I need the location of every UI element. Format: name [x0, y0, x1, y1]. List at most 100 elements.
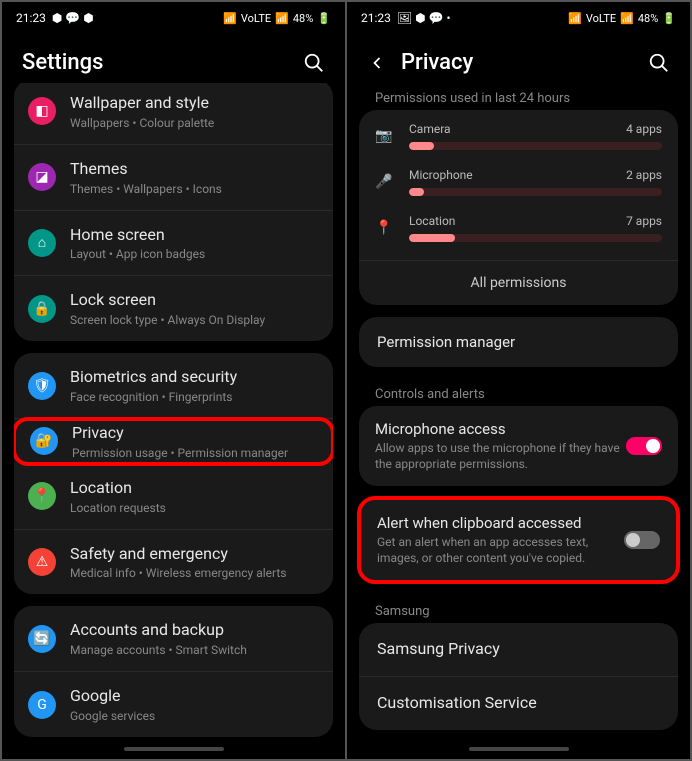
- item-sub: Layout • App icon badges: [70, 247, 319, 261]
- permissions-label: Permissions used in last 24 hours: [359, 83, 678, 110]
- wallpaper-icon: ◧: [28, 97, 56, 125]
- item-title: Accounts and backup: [70, 620, 319, 641]
- settings-list: ◧ Wallpaper and style Wallpapers • Colou…: [2, 83, 345, 749]
- settings-group-1: ◧ Wallpaper and style Wallpapers • Colou…: [14, 83, 333, 341]
- status-bar: 21:23 🖼 ⬢ 💬 • 📶 VoLTE 📶 48% 🔋: [347, 2, 690, 34]
- nav-handle[interactable]: [124, 747, 224, 751]
- shield-icon: 🛡: [28, 372, 56, 400]
- perm-name: Camera: [409, 122, 451, 136]
- samsung-label: Samsung: [359, 596, 678, 623]
- home-icon: ⌂: [28, 229, 56, 257]
- all-permissions-button[interactable]: All permissions: [359, 260, 678, 305]
- signal-icon: 📶: [275, 12, 289, 25]
- clipboard-alert-item[interactable]: Alert when clipboard accessed Get an ale…: [357, 496, 680, 584]
- item-sub: Medical info • Wireless emergency alerts: [70, 566, 319, 580]
- mic-icon: 🎤: [375, 174, 395, 190]
- item-title: Customisation Service: [377, 693, 537, 714]
- toggle-sub: Allow apps to use the microphone if they…: [375, 441, 626, 472]
- samsung-group: Samsung Privacy Customisation Service: [359, 623, 678, 730]
- status-time: 21:23: [16, 11, 46, 25]
- item-sub: Location requests: [70, 501, 319, 515]
- perm-count: 2 apps: [626, 168, 662, 182]
- network-icon: VoLTE: [586, 12, 616, 25]
- status-icons: ⬢ 💬 ⬢: [52, 11, 94, 25]
- privacy-content: Permissions used in last 24 hours 📷 Came…: [347, 83, 690, 742]
- search-icon[interactable]: [648, 52, 670, 74]
- permissions-card: 📷 Camera 4 apps 🎤 Microphone: [359, 110, 678, 305]
- mic-access-switch[interactable]: [626, 437, 662, 455]
- battery-text: 48%: [293, 12, 313, 25]
- perm-microphone[interactable]: 🎤 Microphone 2 apps: [375, 168, 662, 196]
- themes-icon: ◪: [28, 163, 56, 191]
- page-title: Privacy: [401, 50, 473, 75]
- item-wallpaper[interactable]: ◧ Wallpaper and style Wallpapers • Colou…: [14, 83, 333, 145]
- perm-bar: [409, 188, 662, 196]
- settings-screen: 21:23 ⬢ 💬 ⬢ 📶 VoLTE 📶 48% 🔋 Settings ◧ W…: [2, 2, 345, 759]
- item-themes[interactable]: ◪ Themes Themes • Wallpapers • Icons: [14, 145, 333, 211]
- settings-group-2: 🛡 Biometrics and security Face recogniti…: [14, 353, 333, 594]
- header: Privacy: [347, 34, 690, 83]
- perm-name: Location: [409, 214, 455, 228]
- page-title: Settings: [22, 50, 103, 75]
- item-title: Privacy: [72, 423, 317, 444]
- status-icons: 🖼 ⬢ 💬 •: [397, 11, 451, 25]
- google-icon: G: [28, 691, 56, 719]
- item-sub: Screen lock type • Always On Display: [70, 313, 319, 327]
- status-time: 21:23: [361, 11, 391, 25]
- perm-count: 4 apps: [626, 122, 662, 136]
- item-privacy[interactable]: 🔐 Privacy Permission usage • Permission …: [14, 417, 333, 466]
- item-title: Safety and emergency: [70, 544, 319, 565]
- item-title: Samsung Privacy: [377, 639, 500, 660]
- item-title: Themes: [70, 159, 319, 180]
- nav-handle[interactable]: [469, 747, 569, 751]
- item-sub: Manage accounts • Smart Switch: [70, 643, 319, 657]
- settings-group-3: 🔄 Accounts and backup Manage accounts • …: [14, 606, 333, 737]
- search-icon[interactable]: [303, 52, 325, 74]
- toggle-sub: Get an alert when an app accesses text, …: [377, 535, 624, 566]
- perm-count: 7 apps: [626, 214, 662, 228]
- perm-bar: [409, 234, 662, 242]
- battery-icon: 🔋: [317, 12, 331, 25]
- back-icon[interactable]: [367, 53, 387, 73]
- perm-camera[interactable]: 📷 Camera 4 apps: [375, 122, 662, 150]
- item-safety[interactable]: ⚠ Safety and emergency Medical info • Wi…: [14, 530, 333, 595]
- item-google[interactable]: G Google Google services: [14, 672, 333, 737]
- item-accounts[interactable]: 🔄 Accounts and backup Manage accounts • …: [14, 606, 333, 672]
- mic-access-item[interactable]: Microphone access Allow apps to use the …: [359, 406, 678, 486]
- network-icon: VoLTE: [241, 12, 271, 25]
- item-title: Google: [70, 686, 319, 707]
- controls-label: Controls and alerts: [359, 379, 678, 406]
- location-icon: 📍: [28, 482, 56, 510]
- item-home-screen[interactable]: ⌂ Home screen Layout • App icon badges: [14, 211, 333, 277]
- item-title: Lock screen: [70, 290, 319, 311]
- item-title: Wallpaper and style: [70, 93, 319, 114]
- samsung-privacy-item[interactable]: Samsung Privacy: [359, 623, 678, 677]
- signal-icon: 📶: [620, 12, 634, 25]
- wifi-icon: 📶: [223, 12, 237, 25]
- status-bar: 21:23 ⬢ 💬 ⬢ 📶 VoLTE 📶 48% 🔋: [2, 2, 345, 34]
- toggle-title: Alert when clipboard accessed: [377, 514, 624, 532]
- header: Settings: [2, 34, 345, 83]
- item-biometrics[interactable]: 🛡 Biometrics and security Face recogniti…: [14, 353, 333, 419]
- permission-manager-item[interactable]: Permission manager: [359, 317, 678, 367]
- item-title: Biometrics and security: [70, 367, 319, 388]
- privacy-screen: 21:23 🖼 ⬢ 💬 • 📶 VoLTE 📶 48% 🔋 Privacy Pe…: [347, 2, 690, 759]
- item-sub: Wallpapers • Colour palette: [70, 116, 319, 130]
- sync-icon: 🔄: [28, 625, 56, 653]
- perm-bar: [409, 142, 662, 150]
- item-sub: Google services: [70, 709, 319, 723]
- item-title: Location: [70, 478, 319, 499]
- camera-icon: 📷: [375, 128, 395, 144]
- privacy-icon: 🔐: [30, 427, 58, 455]
- perm-name: Microphone: [409, 168, 473, 182]
- customisation-item[interactable]: Customisation Service: [359, 677, 678, 730]
- item-lock-screen[interactable]: 🔒 Lock screen Screen lock type • Always …: [14, 276, 333, 341]
- item-sub: Face recognition • Fingerprints: [70, 390, 319, 404]
- lock-icon: 🔒: [28, 295, 56, 323]
- pin-icon: 📍: [375, 220, 395, 236]
- item-location[interactable]: 📍 Location Location requests: [14, 464, 333, 530]
- clipboard-switch[interactable]: [624, 531, 660, 549]
- perm-location[interactable]: 📍 Location 7 apps: [375, 214, 662, 242]
- item-title: Home screen: [70, 225, 319, 246]
- battery-text: 48%: [638, 12, 658, 25]
